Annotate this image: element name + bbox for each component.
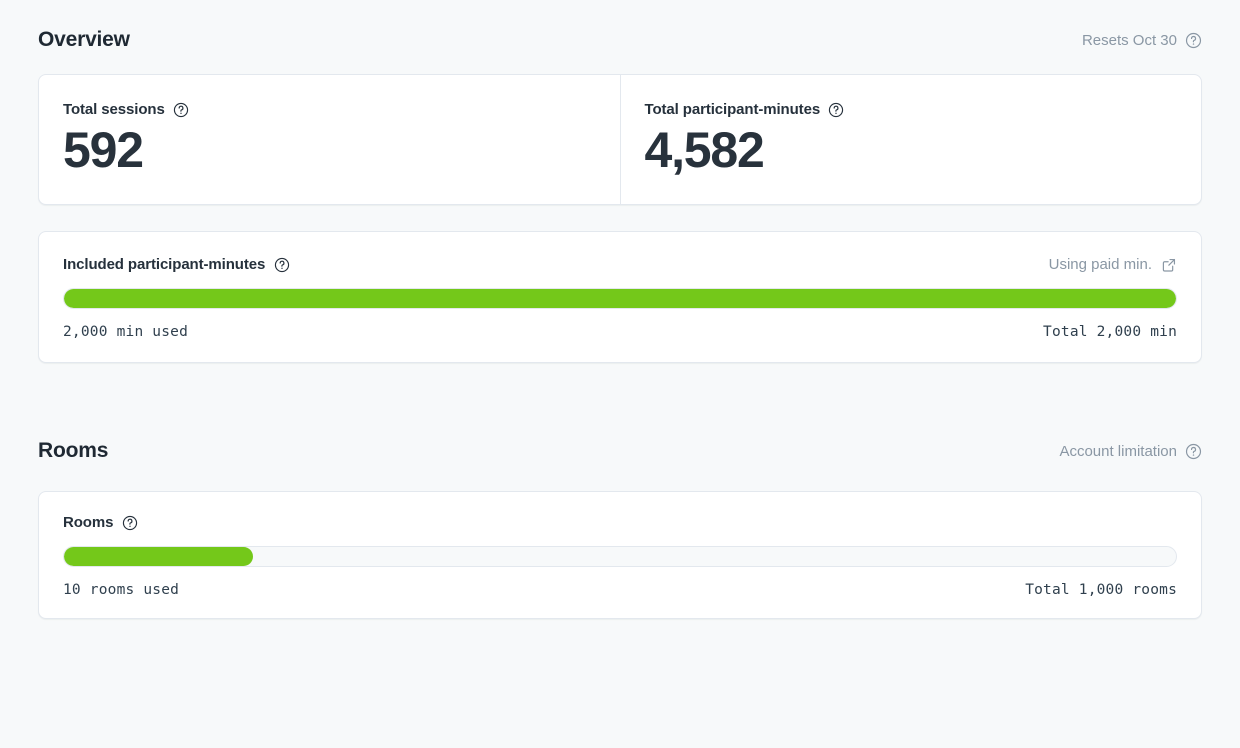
rooms-total: Total 1,000 rooms [1025,582,1177,598]
overview-section-header: Overview Resets Oct 30 [38,0,1202,52]
included-minutes-card: Included participant-minutes Using paid … [38,231,1202,363]
rooms-usage-title: Rooms [63,514,114,531]
rooms-progress-fill [64,547,254,566]
rooms-usage-header: Rooms [63,514,1177,531]
stat-total-sessions: Total sessions 592 [39,75,620,204]
included-minutes-footer: 2,000 min used Total 2,000 min [63,324,1177,340]
included-minutes-header: Included participant-minutes Using paid … [63,256,1177,273]
external-link-icon[interactable] [1161,257,1177,273]
overview-reset-label: Resets Oct 30 [1081,31,1177,49]
using-paid-min-label: Using paid min. [1048,256,1152,273]
help-circle-icon[interactable] [274,257,290,273]
stat-total-participant-minutes-label: Total participant-minutes [644,101,821,118]
included-minutes-title-row: Included participant-minutes [63,256,290,273]
overview-stats-card: Total sessions 592 Total participant-min… [38,74,1202,205]
stat-total-participant-minutes: Total participant-minutes 4,582 [619,75,1202,204]
help-circle-icon[interactable] [828,102,844,118]
included-minutes-used: 2,000 min used [63,324,189,340]
rooms-limitation-label: Account limitation [1059,442,1177,460]
stat-total-sessions-label-row: Total sessions [63,101,596,118]
help-circle-icon[interactable] [173,102,189,118]
usage-dashboard-page: Overview Resets Oct 30 Total sessions 59… [0,0,1240,748]
stat-total-participant-minutes-label-row: Total participant-minutes [645,101,1178,118]
rooms-limitation-note: Account limitation [1059,443,1202,460]
included-minutes-progress-fill [64,289,1176,308]
rooms-title: Rooms [38,439,109,462]
overview-title: Overview [38,28,130,51]
rooms-usage-title-row: Rooms [63,514,138,531]
help-circle-icon[interactable] [122,515,138,531]
rooms-usage-card: Rooms 10 rooms used Total 1,000 rooms [38,491,1202,619]
help-circle-icon[interactable] [1185,443,1202,460]
stat-total-participant-minutes-value: 4,582 [644,122,765,178]
included-minutes-total: Total 2,000 min [1043,324,1177,340]
rooms-used: 10 rooms used [63,582,180,598]
help-circle-icon[interactable] [1185,32,1202,49]
stat-total-sessions-label: Total sessions [63,101,165,118]
rooms-section-header: Rooms Account limitation [38,439,1202,463]
included-minutes-title: Included participant-minutes [63,256,266,273]
rooms-progress-track [63,546,1177,567]
rooms-usage-footer: 10 rooms used Total 1,000 rooms [63,582,1177,598]
overview-reset-note: Resets Oct 30 [1082,32,1202,49]
using-paid-min-link[interactable]: Using paid min. [1049,256,1177,273]
stat-total-sessions-value: 592 [63,122,144,178]
included-minutes-progress-track [63,288,1177,309]
